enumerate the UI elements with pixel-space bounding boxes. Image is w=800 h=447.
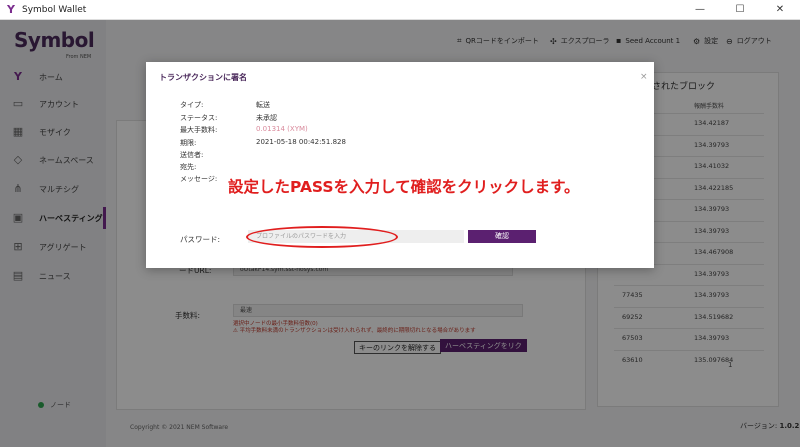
window-title: Symbol Wallet <box>22 4 87 15</box>
message-key: メッセージ: <box>180 175 218 183</box>
close-icon[interactable]: × <box>640 72 648 82</box>
confirm-button[interactable]: 確認 <box>468 230 536 243</box>
password-label: パスワード: <box>180 235 221 244</box>
window-titlebar: Y Symbol Wallet — ☐ ✕ <box>0 0 800 20</box>
close-window-button[interactable]: ✕ <box>760 0 800 20</box>
max-fee-key: 最大手数料: <box>180 126 218 134</box>
deadline-value: 2021-05-18 00:42:51.828 <box>256 138 346 146</box>
type-key: タイプ: <box>180 101 204 109</box>
max-fee-value: 0.01314 (XYM) <box>256 125 308 133</box>
status-value: 未承認 <box>256 114 277 122</box>
instruction-annotation: 設定したPASSを入力して確認をクリックします。 <box>228 178 580 196</box>
status-key: ステータス: <box>180 114 218 122</box>
sign-transaction-modal: トランザクションに署名 × タイプ: 転送 ステータス: 未承認 最大手数料: … <box>146 62 654 268</box>
minimize-button[interactable]: — <box>680 0 720 20</box>
recipient-key: 宛先: <box>180 163 197 171</box>
modal-title: トランザクションに署名 <box>159 73 247 82</box>
highlight-ellipse <box>246 226 398 248</box>
sender-key: 送信者: <box>180 151 204 159</box>
deadline-key: 期限: <box>180 139 197 147</box>
maximize-button[interactable]: ☐ <box>720 0 760 20</box>
type-value: 転送 <box>256 101 270 109</box>
symbol-logo-icon: Y <box>7 2 15 16</box>
